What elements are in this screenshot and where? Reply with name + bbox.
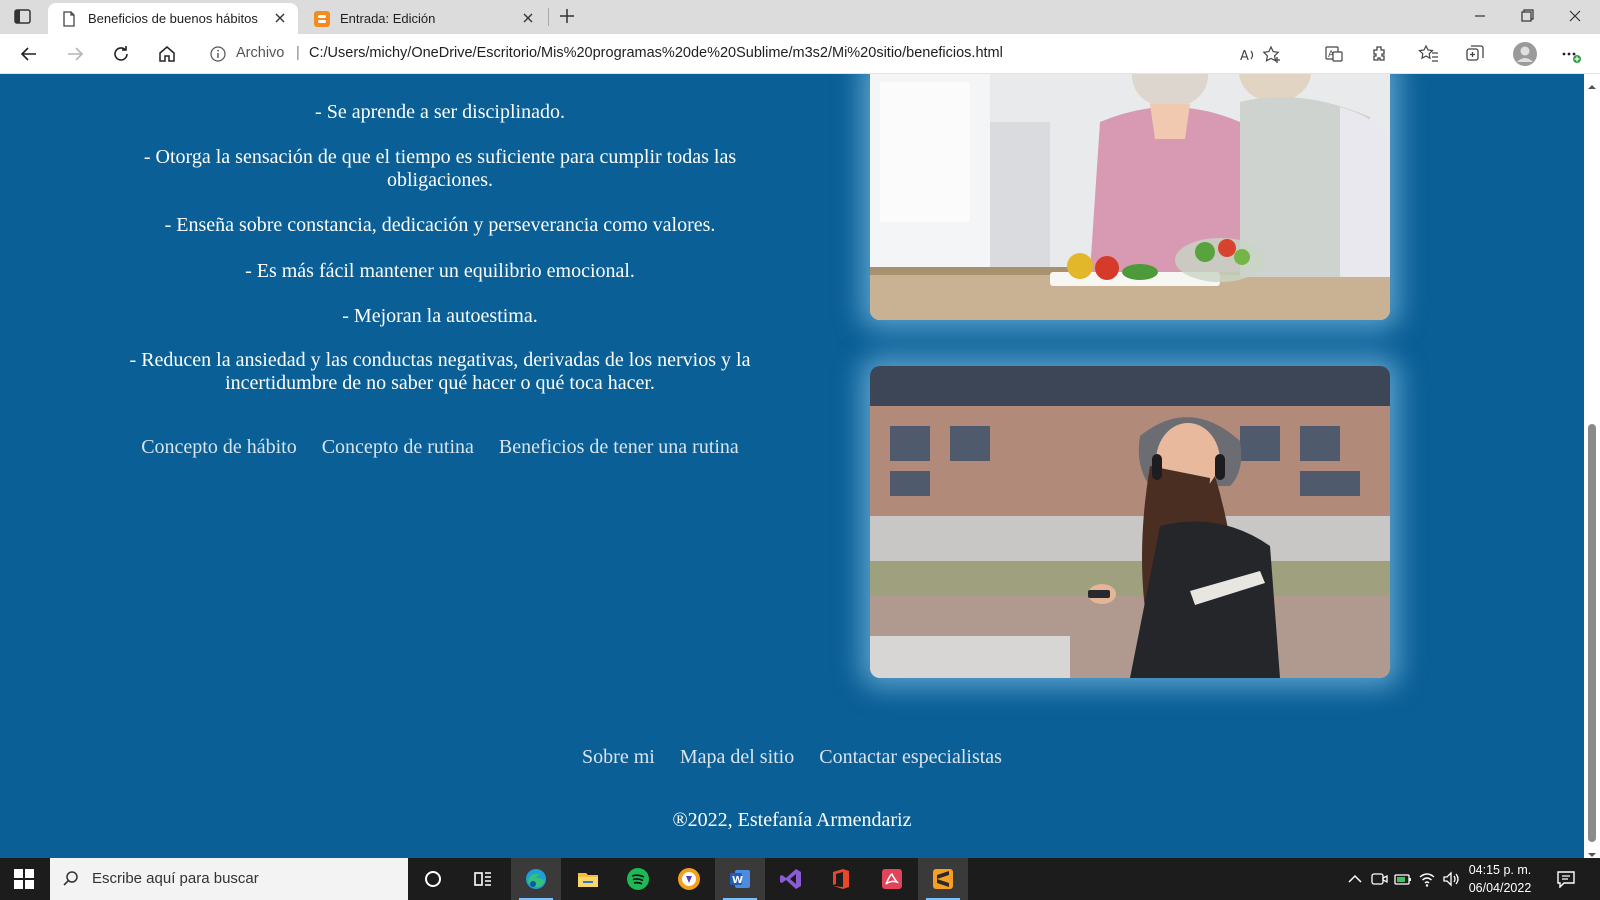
link-beneficios-rutina[interactable]: Beneficios de tener una rutina (499, 436, 739, 458)
partially-visible-line (100, 74, 780, 82)
footer-nav: Sobre mi Mapa del sitio Contactar especi… (0, 746, 1584, 769)
notifications-icon[interactable] (1556, 870, 1576, 889)
benefit-item: - Enseña sobre constancia, dedicación y … (164, 214, 716, 236)
edge-app-icon[interactable] (511, 858, 561, 900)
tab-title: Beneficios de buenos hábitos (88, 11, 258, 26)
tab-entrada[interactable]: Entrada: Edición (300, 3, 546, 34)
windows-start-icon[interactable] (14, 869, 34, 889)
svg-text:A: A (1240, 49, 1249, 64)
section-nav: Concepto de hábito Concepto de rutina Be… (100, 436, 780, 459)
sublime-text-icon[interactable] (918, 858, 968, 900)
photo-woman-headphones (870, 366, 1390, 678)
link-concepto-habito[interactable]: Concepto de hábito (141, 436, 297, 458)
clock-time: 04:15 p. m. (1468, 863, 1532, 877)
wifi-icon[interactable] (1418, 870, 1436, 888)
extensions-icon[interactable] (1369, 43, 1391, 65)
browser-toolbar: Archivo | C:/Users/michy/OneDrive/Escrit… (0, 34, 1600, 74)
refresh-icon[interactable] (110, 43, 132, 65)
spotify-icon[interactable] (613, 858, 663, 900)
add-favorite-icon[interactable] (1262, 45, 1282, 65)
scroll-down-icon[interactable] (1588, 846, 1596, 857)
page-scrollbar[interactable] (1584, 74, 1600, 858)
minimize-icon[interactable] (1468, 6, 1492, 26)
tab-bar: Beneficios de buenos hábitos Entrada: Ed… (0, 0, 1600, 34)
translate-icon[interactable]: A (1323, 43, 1345, 65)
task-view-icon[interactable] (458, 858, 508, 900)
file-explorer-icon[interactable] (563, 858, 613, 900)
search-placeholder: Escribe aquí para buscar (92, 870, 259, 887)
battery-icon[interactable] (1394, 870, 1412, 888)
meet-camera-icon[interactable] (1370, 870, 1388, 888)
scrollbar-thumb[interactable] (1588, 424, 1596, 842)
new-tab-icon[interactable] (557, 6, 577, 26)
address-bar[interactable]: Archivo | C:/Users/michy/OneDrive/Escrit… (196, 38, 1290, 70)
volume-icon[interactable] (1442, 870, 1460, 888)
page-content: - Se aprende a ser disciplinado. - Otorg… (0, 74, 1584, 858)
search-icon (62, 870, 80, 888)
read-aloud-icon[interactable]: A (1238, 45, 1258, 65)
svg-text:W: W (732, 875, 743, 886)
taskbar-search[interactable]: Escribe aquí para buscar (50, 858, 408, 900)
forward-icon[interactable] (64, 43, 86, 65)
benefit-item: - Reducen la ansiedad y las conductas ne… (129, 349, 751, 394)
back-icon[interactable] (18, 43, 40, 65)
cortana-icon[interactable] (408, 858, 458, 900)
acrobat-icon[interactable] (867, 858, 917, 900)
page-icon (62, 11, 76, 27)
benefit-item: - Es más fácil mantener un equilibrio em… (245, 260, 635, 282)
settings-more-icon[interactable] (1560, 43, 1582, 65)
restore-icon[interactable] (1515, 6, 1539, 26)
close-icon[interactable] (272, 10, 288, 26)
scroll-up-icon[interactable] (1588, 78, 1596, 89)
link-concepto-rutina[interactable]: Concepto de rutina (322, 436, 474, 458)
collections-icon[interactable] (1464, 43, 1486, 65)
tab-title: Entrada: Edición (340, 11, 436, 26)
chevron-up-icon[interactable] (1346, 870, 1364, 888)
office-icon[interactable] (816, 858, 866, 900)
tab-separator (548, 8, 549, 26)
favorites-icon[interactable] (1418, 43, 1440, 65)
link-mapa-sitio[interactable]: Mapa del sitio (680, 746, 794, 768)
link-sobre-mi[interactable]: Sobre mi (582, 746, 655, 768)
blogger-icon (314, 11, 330, 27)
link-contactar[interactable]: Contactar especialistas (819, 746, 1002, 768)
clock-date: 06/04/2022 (1468, 881, 1532, 895)
system-clock[interactable]: 04:15 p. m. 06/04/2022 (1464, 861, 1536, 897)
tab-actions-icon[interactable] (12, 7, 34, 27)
benefit-item: - Se aprende a ser disciplinado. (315, 101, 565, 123)
info-icon[interactable] (210, 46, 226, 62)
tab-beneficios[interactable]: Beneficios de buenos hábitos (48, 3, 298, 34)
address-scheme-label: Archivo (236, 45, 285, 61)
close-icon[interactable] (520, 10, 536, 26)
profile-avatar-icon[interactable] (1512, 41, 1538, 67)
window-close-icon[interactable] (1563, 6, 1587, 26)
photo-couple-cooking (870, 74, 1390, 320)
address-separator: | (296, 45, 300, 61)
copyright: ®2022, Estefanía Armendariz (672, 809, 912, 831)
word-app-icon[interactable]: W (715, 858, 765, 900)
visual-studio-icon[interactable] (766, 858, 816, 900)
taskbar: Escribe aquí para buscar W 04:15 p. m. 0… (0, 858, 1600, 900)
browser-app-icon[interactable] (664, 858, 714, 900)
benefit-item: - Otorga la sensación de que el tiempo e… (143, 146, 737, 191)
home-icon[interactable] (156, 43, 178, 65)
address-url[interactable]: C:/Users/michy/OneDrive/Escritorio/Mis%2… (309, 45, 1003, 61)
benefit-item: - Mejoran la autoestima. (342, 305, 538, 327)
